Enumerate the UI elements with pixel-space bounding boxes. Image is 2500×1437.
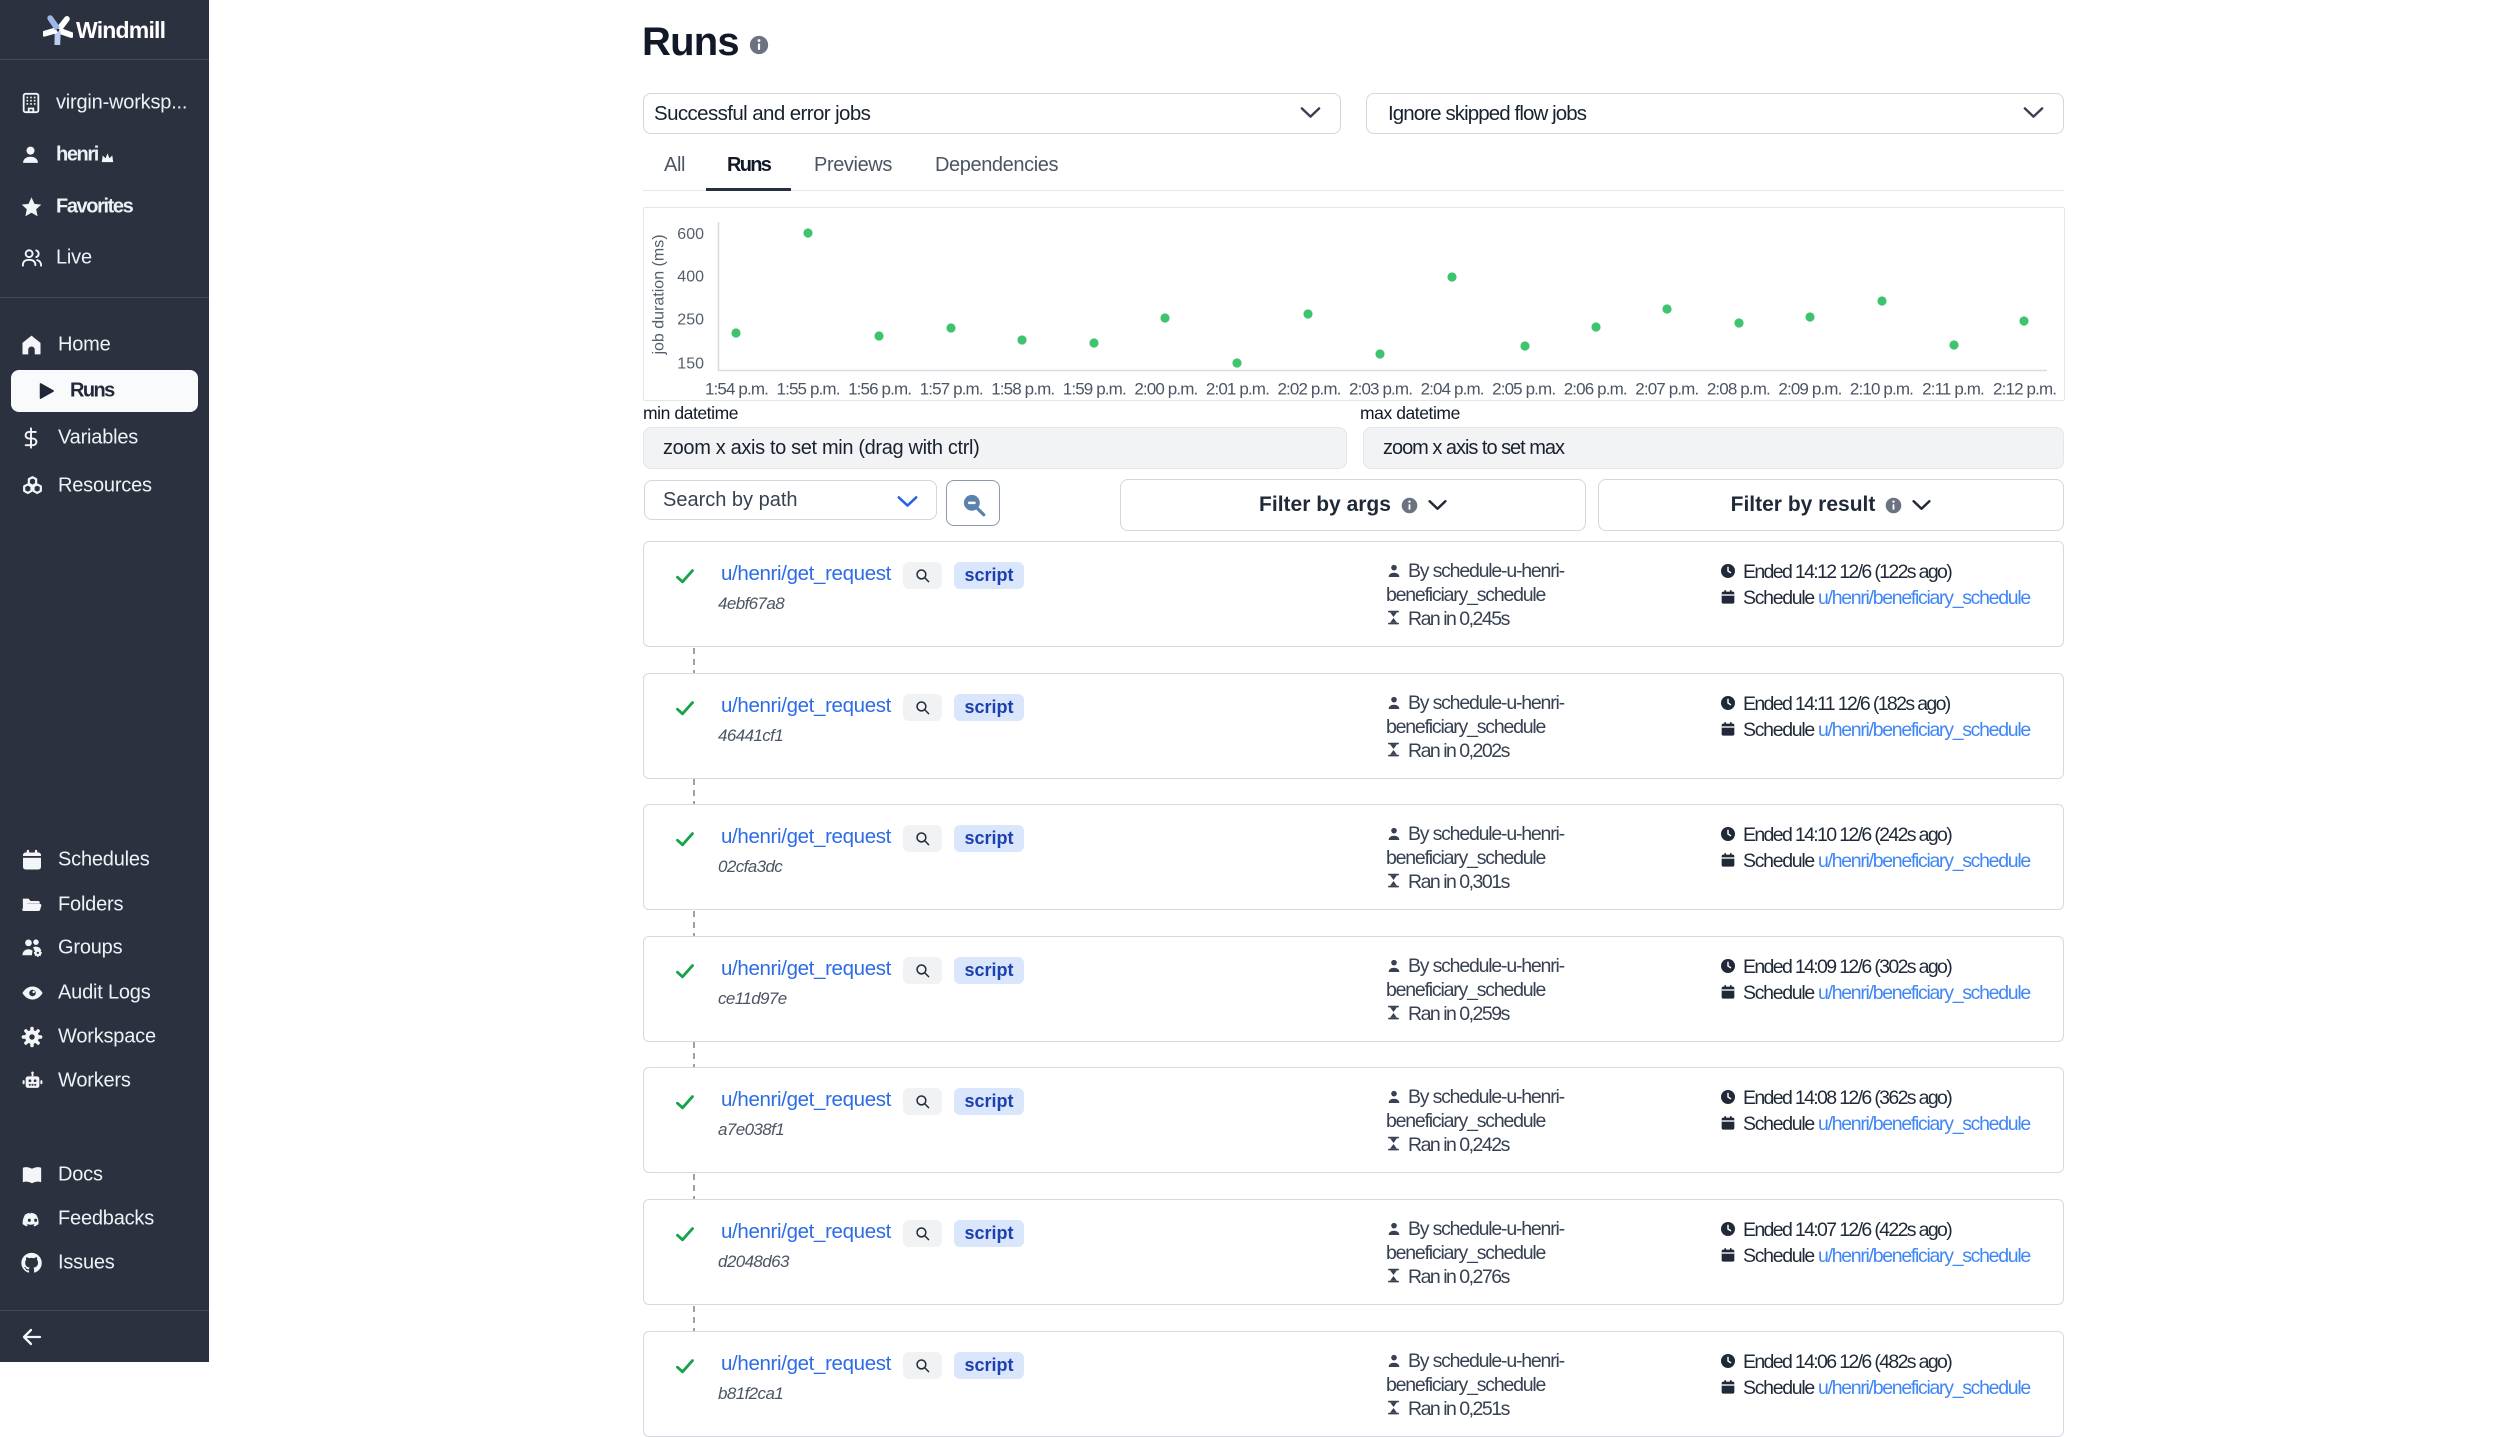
svg-text:600: 600 — [677, 226, 704, 243]
svg-text:2:09 p.m.: 2:09 p.m. — [1778, 380, 1841, 399]
svg-text:2:06 p.m.: 2:06 p.m. — [1564, 380, 1627, 399]
svg-text:1:54 p.m.: 1:54 p.m. — [705, 380, 768, 399]
svg-text:2:01 p.m.: 2:01 p.m. — [1206, 380, 1269, 399]
svg-text:250: 250 — [677, 312, 704, 329]
svg-text:1:58 p.m.: 1:58 p.m. — [991, 380, 1054, 399]
svg-text:2:00 p.m.: 2:00 p.m. — [1134, 380, 1197, 399]
svg-text:1:59 p.m.: 1:59 p.m. — [1063, 380, 1126, 399]
svg-text:1:57 p.m.: 1:57 p.m. — [920, 380, 983, 399]
svg-text:1:55 p.m.: 1:55 p.m. — [777, 380, 840, 399]
svg-text:2:07 p.m.: 2:07 p.m. — [1635, 380, 1698, 399]
svg-text:2:11 p.m.: 2:11 p.m. — [1922, 380, 1984, 399]
svg-text:150: 150 — [677, 356, 704, 373]
svg-text:2:04 p.m.: 2:04 p.m. — [1421, 380, 1484, 399]
svg-text:2:03 p.m.: 2:03 p.m. — [1349, 380, 1412, 399]
svg-text:2:05 p.m.: 2:05 p.m. — [1492, 380, 1555, 399]
svg-text:400: 400 — [677, 269, 704, 286]
svg-text:2:08 p.m.: 2:08 p.m. — [1707, 380, 1770, 399]
svg-text:job duration (ms): job duration (ms) — [651, 234, 668, 355]
svg-text:2:02 p.m.: 2:02 p.m. — [1277, 380, 1340, 399]
svg-text:2:12 p.m.: 2:12 p.m. — [1993, 380, 2056, 399]
svg-text:2:10 p.m.: 2:10 p.m. — [1850, 380, 1913, 399]
svg-text:1:56 p.m.: 1:56 p.m. — [848, 380, 911, 399]
